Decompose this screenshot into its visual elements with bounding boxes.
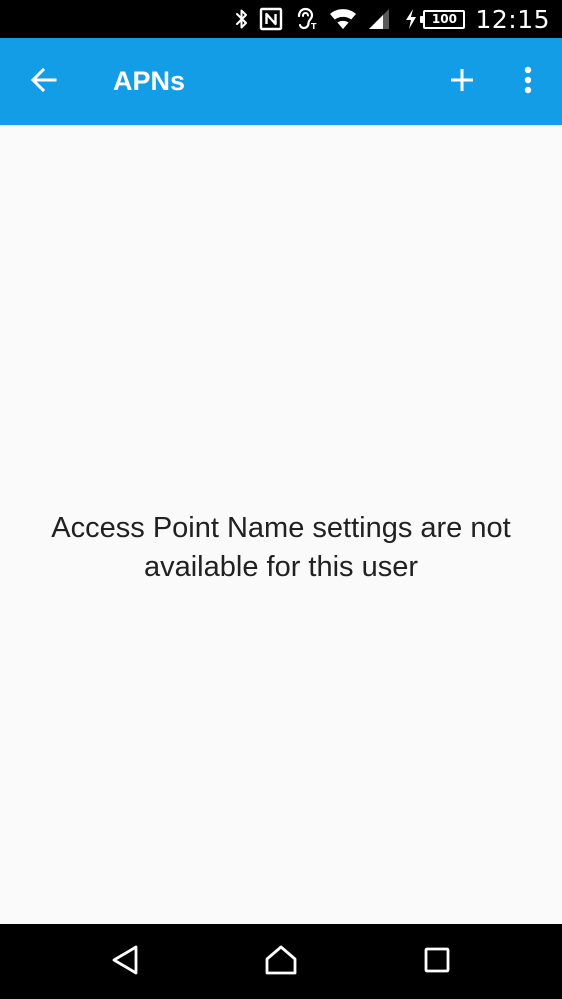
back-button[interactable] — [20, 58, 68, 106]
navigation-bar — [0, 924, 562, 999]
add-apn-button[interactable] — [438, 58, 486, 106]
overflow-menu-button[interactable] — [504, 58, 552, 106]
square-recents-icon — [423, 946, 451, 979]
plus-icon — [449, 67, 475, 98]
status-clock: 12:15 — [475, 4, 550, 34]
status-bar: T 100 12:15 — [0, 0, 562, 38]
svg-text:T: T — [311, 22, 317, 31]
arrow-left-icon — [30, 66, 58, 99]
triangle-back-icon — [110, 944, 140, 981]
nfc-icon — [259, 7, 283, 31]
hearing-aid-icon: T — [293, 7, 319, 31]
home-outline-icon — [264, 944, 298, 981]
app-bar: APNs — [0, 38, 562, 125]
page-title: APNs — [113, 66, 186, 96]
bluetooth-icon — [235, 8, 249, 30]
empty-state-message: Access Point Name settings are not avail… — [51, 511, 511, 583]
battery-level: 100 — [431, 12, 457, 26]
battery-icon: 100 — [420, 9, 466, 29]
charging-icon — [405, 9, 417, 29]
nav-home-button[interactable] — [255, 936, 307, 988]
status-icons: T 100 12:15 — [225, 0, 550, 38]
nav-back-button[interactable] — [99, 936, 151, 988]
more-vertical-icon — [524, 66, 532, 99]
wifi-icon — [329, 8, 357, 30]
content-area: Access Point Name settings are not avail… — [0, 125, 562, 924]
signal-icon — [367, 8, 391, 30]
nav-recents-button[interactable] — [411, 936, 463, 988]
